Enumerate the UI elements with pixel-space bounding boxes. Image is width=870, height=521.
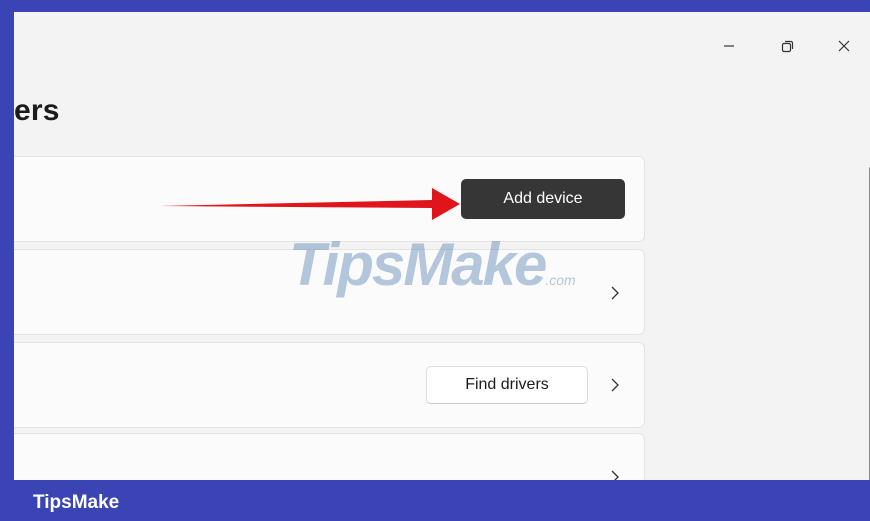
add-device-button[interactable]: Add device — [461, 179, 625, 219]
watermark-logo: TipsMake.com — [289, 230, 576, 299]
chevron-right-icon — [606, 284, 624, 302]
annotation-arrow-icon — [160, 188, 460, 220]
chevron-right-icon — [606, 376, 624, 394]
close-icon[interactable] — [832, 34, 856, 58]
watermark-text: TipsMake — [289, 231, 547, 298]
restore-icon[interactable] — [775, 34, 799, 58]
footer-brand-label: TipsMake — [33, 492, 120, 513]
chevron-right-icon — [606, 468, 624, 480]
find-drivers-button[interactable]: Find drivers — [426, 366, 588, 404]
watermark-suffix: .com — [545, 272, 576, 288]
settings-card-link[interactable] — [14, 433, 645, 480]
minimize-icon[interactable] — [717, 34, 741, 58]
page-title: ers — [14, 94, 60, 127]
find-drivers-card[interactable]: Find drivers — [14, 342, 645, 428]
